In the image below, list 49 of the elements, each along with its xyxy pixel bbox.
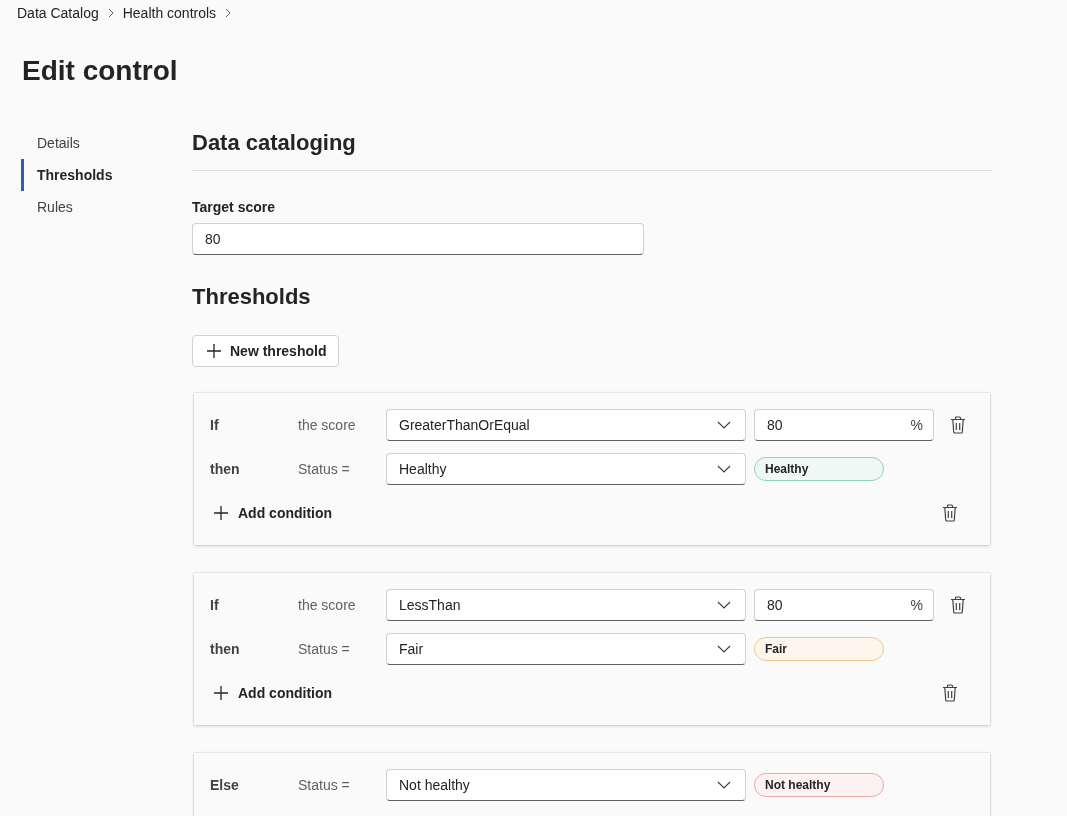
if-label: If (210, 417, 220, 433)
plus-icon (214, 506, 228, 520)
subject-label: the score (298, 417, 357, 433)
else-label: Else (210, 777, 240, 793)
status-label: Status = (298, 461, 351, 477)
status-dropdown[interactable]: Fair (386, 633, 746, 665)
section-title: Thresholds (192, 283, 312, 311)
unit-label: % (910, 417, 923, 433)
add-condition-button[interactable]: Add condition (210, 497, 333, 529)
value-field[interactable]: 80 % (754, 409, 934, 441)
chevron-down-icon (717, 781, 731, 789)
plus-icon (214, 686, 228, 700)
value-field[interactable]: 80 % (754, 589, 934, 621)
status-badge: Not healthy (754, 773, 884, 797)
nav-item[interactable]: Details (21, 127, 192, 159)
chevron-right-icon (107, 8, 114, 18)
add-condition-button[interactable]: Add condition (210, 677, 333, 709)
trash-icon[interactable] (950, 596, 966, 614)
operator-dropdown[interactable]: LessThan (386, 589, 746, 621)
then-label: then (210, 461, 241, 477)
status-badge: Healthy (754, 457, 884, 481)
then-label: then (210, 641, 241, 657)
operator-dropdown[interactable]: GreaterThanOrEqual (386, 409, 746, 441)
status-dropdown[interactable]: Not healthy (386, 769, 746, 801)
chevron-down-icon (717, 421, 731, 429)
status-label: Status = (298, 641, 351, 657)
nav-item[interactable]: Rules (21, 191, 192, 223)
nav-item[interactable]: Thresholds (21, 159, 192, 191)
trash-icon[interactable] (950, 416, 966, 434)
if-label: If (210, 597, 220, 613)
plus-icon (207, 344, 221, 358)
trash-icon[interactable] (942, 504, 958, 522)
chevron-down-icon (717, 601, 731, 609)
breadcrumb-link[interactable]: Health controls (122, 5, 217, 21)
section-title: Data cataloging (192, 127, 992, 171)
status-label: Status = (298, 777, 351, 793)
page-title: Edit control (22, 54, 179, 88)
target-score-field[interactable]: 80 (192, 223, 644, 255)
unit-label: % (910, 597, 923, 613)
trash-icon[interactable] (942, 684, 958, 702)
status-dropdown[interactable]: Healthy (386, 453, 746, 485)
field-label: Target score (192, 199, 276, 217)
breadcrumb-link[interactable]: Data Catalog (17, 5, 99, 21)
chevron-right-icon (225, 8, 232, 18)
status-badge: Fair (754, 637, 884, 661)
subject-label: the score (298, 597, 357, 613)
chevron-down-icon (717, 645, 731, 653)
chevron-down-icon (717, 465, 731, 473)
new-threshold-button[interactable]: New threshold (192, 335, 340, 367)
